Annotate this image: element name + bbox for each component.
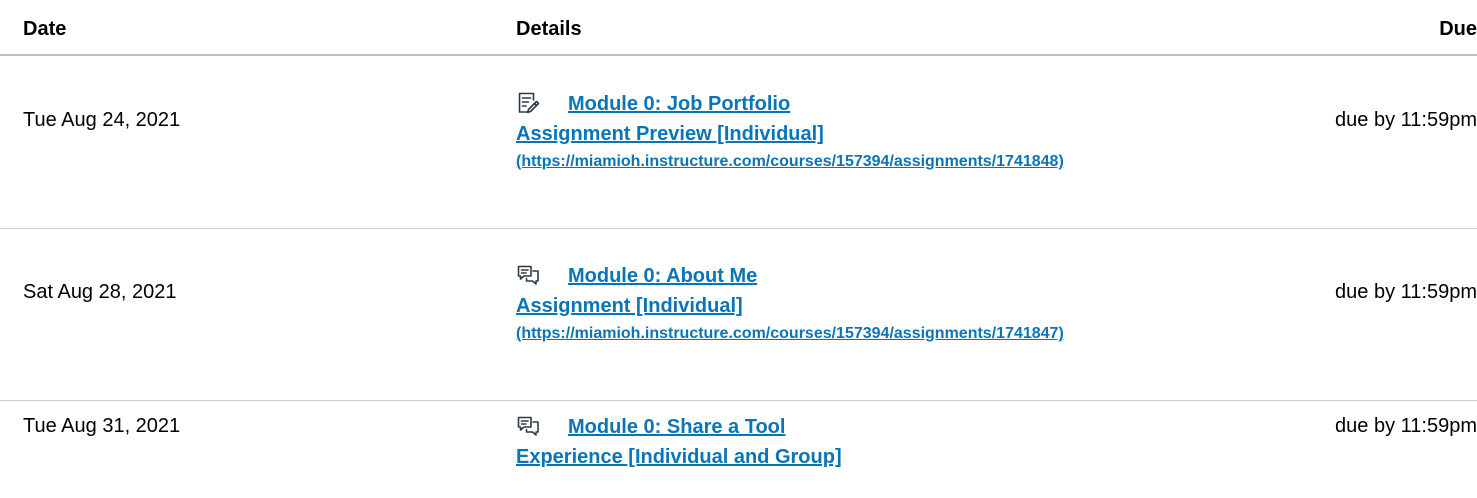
column-header-details: Details bbox=[516, 18, 582, 40]
assignment-icon bbox=[516, 91, 540, 115]
assignment-url-link[interactable]: (https://miamioh.instructure.com/courses… bbox=[516, 151, 1064, 173]
table-row: Tue Aug 24, 2021 Module 0: Job Portfolio… bbox=[0, 56, 1477, 229]
column-header-due: Due bbox=[1439, 18, 1477, 40]
discussion-link[interactable]: Module 0: Share a Tool bbox=[568, 414, 785, 440]
discussion-icon bbox=[516, 414, 540, 438]
assignment-link-line2[interactable]: Assignment Preview [Individual] bbox=[516, 121, 1064, 151]
discussion-link-line2[interactable]: Experience [Individual and Group] bbox=[516, 444, 842, 474]
row-due: due by 11:59pm bbox=[1335, 415, 1477, 437]
row-details: Module 0: Job Portfolio Assignment Previ… bbox=[516, 91, 1064, 173]
row-date: Tue Aug 31, 2021 bbox=[23, 415, 181, 437]
discussion-link-line2[interactable]: Assignment [Individual] bbox=[516, 293, 1064, 323]
discussion-link[interactable]: Module 0: About Me bbox=[568, 263, 757, 289]
table-row: Tue Aug 31, 2021 Module 0: Share a Tool … bbox=[0, 401, 1477, 498]
row-date: Tue Aug 24, 2021 bbox=[23, 109, 181, 131]
row-details: Module 0: About Me Assignment [Individua… bbox=[516, 263, 1064, 345]
row-details: Module 0: Share a Tool Experience [Indiv… bbox=[516, 414, 842, 474]
table-header: Date Details Due bbox=[0, 0, 1477, 56]
assignment-link[interactable]: Module 0: Job Portfolio bbox=[568, 91, 790, 117]
column-header-date: Date bbox=[23, 18, 67, 40]
row-date: Sat Aug 28, 2021 bbox=[23, 281, 177, 303]
row-due: due by 11:59pm bbox=[1335, 109, 1477, 131]
table-row: Sat Aug 28, 2021 Module 0: About Me Assi… bbox=[0, 229, 1477, 401]
row-due: due by 11:59pm bbox=[1335, 281, 1477, 303]
discussion-url-link[interactable]: (https://miamioh.instructure.com/courses… bbox=[516, 323, 1064, 345]
discussion-icon bbox=[516, 263, 540, 287]
